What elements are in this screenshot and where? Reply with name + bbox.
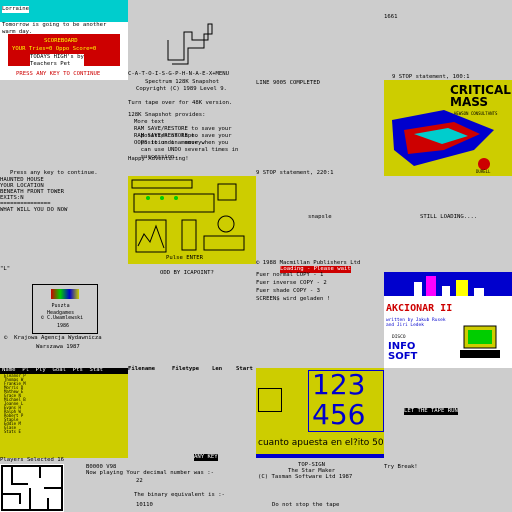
puszta-year: 1986 [57,323,70,329]
press-continue: Press any key to continue. [10,170,98,176]
tile-bet: 123 456 cuanto apuesta en el?ito 5000! [256,368,384,458]
any-key: ANY KEY [194,454,218,461]
counter-text: 1661 [384,14,398,20]
binary-line: Now playing Your decimal number was :- [86,470,214,476]
tile-line-drawing [128,0,256,80]
snapshot-title: Spectrum 128K Snapshot [145,79,220,85]
still-loading: STILL LOADING.... [420,214,478,220]
quote-text: "L" [0,266,11,272]
bet-num-1: 123 [312,368,366,401]
snapshot-happy: Happy Adventuring! [128,156,189,162]
tasman-d: Do not stop the tape [272,502,340,508]
file-col: Filetype [172,366,199,372]
bet-question: cuanto apuesta en el?ito 5000! [258,438,384,448]
tape-run: LET THE TAPE RUN [404,408,458,415]
tile-factory: Pulse ENTER [128,176,256,264]
tile-scoreboard: Lorraine Tomorrow is going to be another… [0,0,128,80]
computer-art [460,325,500,358]
copy-option: Fuer normal COPY - 1 [256,272,324,278]
puszta-copy: © C.Uwamlewski [41,315,84,321]
table-row: Stats E [4,429,21,434]
binary-line: The binary equivalent is :- [134,492,225,498]
city-text: Warszawa 1987 [36,344,80,350]
spaceship-art [392,110,494,170]
critical-mass-credit: DURELL [476,169,491,174]
tasman-c: (C) Tasman Software Ltd 1987 [258,474,353,480]
copy-option: Fuer inverse COPY - 2 [256,280,327,286]
scoreboard-heading: SCOREBOARD [44,38,78,44]
odd-text: ODD BY ICAPOINT? [160,270,214,276]
scoreboard-scores: YOUR Tries=0 Oppo Score=0 [12,46,97,52]
tile-maze [0,464,64,512]
tile-akcionar: AKCIONAR II written by Jakub Rusek and J… [384,272,512,368]
maze-art [1,465,63,511]
snapshot-copyright: Copyright (C) 1989 Level 9. [136,86,227,92]
try-break: Try Break! [384,464,418,470]
adventure-line: WHAT WILL YOU DO NOW [0,207,68,213]
file-col: Start [236,366,253,372]
snapshot-menu: C-A-T-O-I-S-G-P-H-N-A-E-X+MENU [128,71,230,77]
tile-critical-mass: CRITICAL MASS HEWSON CONSULTANTS DURELL [384,80,512,176]
file-col: Filename [128,366,155,372]
file-col: Len [212,366,223,372]
scoreboard-high: TODAYS HIGH's by Teachers Pet [30,54,84,68]
pulse-enter: Pulse ENTER [166,255,204,261]
bet-num-2: 456 [312,398,366,431]
players-selected: Players Selected 16 [0,457,64,463]
loader-complete: LINE 9005 COMPLETED [256,80,320,86]
copy-option: SCREEN$ wird geladen ! [256,296,331,302]
agency-text: © Krajowa Agencja Wydawnicza [4,335,102,341]
factory-art [131,179,245,253]
tile-puszta: Puszta Headgames © C.Uwamlewski 1986 [32,284,98,334]
scoreboard-press: PRESS ANY KEY TO CONTINUE [16,71,101,77]
snapshot-provides: 128K Snapshot provides: [128,112,206,118]
snapshot-turn: Turn tape over for 48K version. [128,100,233,106]
snapshot-item: More text [134,119,165,125]
line-art [167,23,213,65]
binary-value: 22 [136,478,143,484]
copy-option: Fuer shade COPY - 3 [256,288,320,294]
binary-value: 10110 [136,502,153,508]
snapsle-text: snapsle [308,214,332,220]
table-body: Eleanor P Thomas W Frankie M Morris D Ma… [4,374,44,434]
stop-statement-2: 9 STOP statement, 220:1 [256,170,334,176]
scoreboard-title: Lorraine [2,6,29,13]
